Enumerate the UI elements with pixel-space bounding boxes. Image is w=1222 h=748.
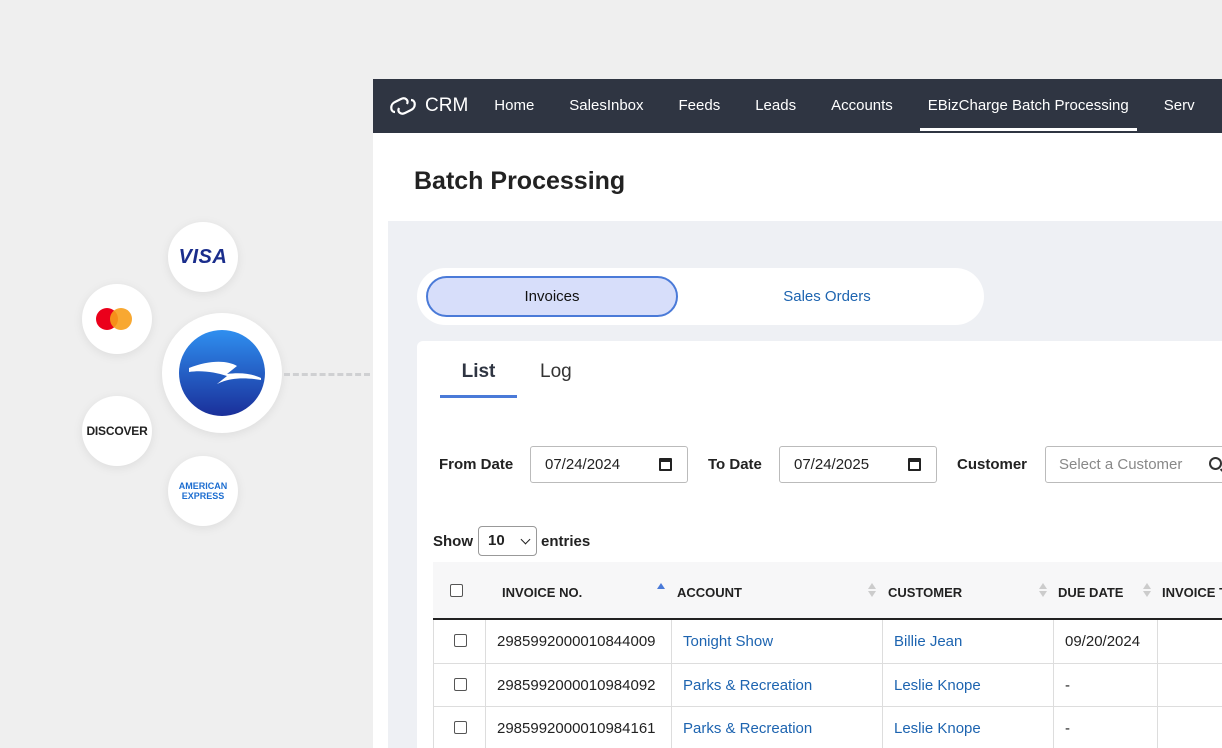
row-checkbox[interactable] [454,721,467,734]
account-link[interactable]: Parks & Recreation [671,663,882,707]
account-link[interactable]: Tonight Show [671,620,882,664]
col-invoice-no[interactable]: INVOICE NO. [502,585,582,600]
due-date: - [1053,707,1157,748]
crm-window: CRM Home SalesInbox Feeds Leads Accounts… [373,79,1222,748]
calendar-icon[interactable] [659,458,672,471]
invoice-number: 2985992000010984092 [485,663,671,707]
ebizcharge-logo [162,313,282,433]
mastercard-logo [82,284,152,354]
brand-name: CRM [425,95,469,116]
col-account[interactable]: ACCOUNT [677,585,742,600]
row-checkbox-cell [433,707,485,748]
discover-logo: DISCOVER [82,396,152,466]
table-row[interactable]: 2985992000010984161 Parks & Recreation L… [433,707,1222,748]
select-all-checkbox[interactable] [450,584,463,597]
col-due-date[interactable]: DUE DATE [1058,585,1123,600]
from-date-label: From Date [439,456,514,473]
crm-logo-icon [390,97,416,115]
customer-placeholder: Select a Customer [1059,456,1183,473]
entries-per-page-select[interactable]: 10 [478,526,537,556]
to-date-label: To Date [708,456,762,473]
invoice-total: $1 [1157,620,1222,664]
chevron-down-icon [520,534,531,545]
batch-card: List Log From Date 07/24/2024 To Date 07… [417,341,1222,748]
invoice-number: 2985992000010844009 [485,620,671,664]
connector-dashed-line [284,373,370,376]
account-link[interactable]: Parks & Recreation [671,707,882,748]
amex-line1: AMERICAN [178,481,228,491]
to-date-input[interactable]: 07/24/2025 [779,446,937,483]
crm-brand[interactable]: CRM [389,95,468,117]
row-checkbox-cell [433,663,485,707]
mastercard-orange-circle [110,308,132,330]
nav-ebizcharge-batch-processing[interactable]: EBizCharge Batch Processing [919,79,1137,133]
row-checkbox[interactable] [454,634,467,647]
customer-link[interactable]: Billie Jean [882,620,1053,664]
search-icon[interactable] [1209,457,1222,470]
nav-accounts[interactable]: Accounts [831,79,893,133]
calendar-icon[interactable] [908,458,921,471]
sort-icon[interactable] [868,583,876,597]
nav-salesinbox[interactable]: SalesInbox [569,79,643,133]
due-date: - [1053,663,1157,707]
customer-link[interactable]: Leslie Knope [882,663,1053,707]
from-date-value: 07/24/2024 [545,456,621,473]
nav-home[interactable]: Home [494,79,534,133]
invoices-toggle[interactable]: Invoices [426,276,678,317]
sort-icon[interactable] [1039,583,1047,597]
row-checkbox-cell [433,620,485,664]
customer-link[interactable]: Leslie Knope [882,707,1053,748]
amex-line2: EXPRESS [181,491,225,501]
table-row[interactable]: 2985992000010844009 Tonight Show Billie … [433,620,1222,664]
sales-orders-toggle[interactable]: Sales Orders [702,276,952,317]
show-label: Show [433,533,473,550]
row-checkbox[interactable] [454,677,467,691]
nav-feeds[interactable]: Feeds [679,79,721,133]
document-type-switch: Invoices Sales Orders [417,268,984,325]
page-title: Batch Processing [414,167,626,195]
nav-leads[interactable]: Leads [755,79,796,133]
to-date-value: 07/24/2025 [794,456,870,473]
entries-per-page-value: 10 [488,532,505,549]
col-customer[interactable]: CUSTOMER [888,585,962,600]
entries-label: entries [541,533,591,550]
from-date-input[interactable]: 07/24/2024 [530,446,688,483]
invoice-total: $1 [1157,707,1222,748]
sort-icon[interactable] [1143,583,1151,597]
amex-logo: AMERICAN EXPRESS [168,456,238,526]
table-header: INVOICE NO. ACCOUNT CUSTOMER DUE DATE IN… [433,562,1222,620]
table-row[interactable]: 2985992000010984092 Parks & Recreation L… [433,663,1222,707]
tab-list[interactable]: List [440,361,517,398]
invoice-number: 2985992000010984161 [485,707,671,748]
customer-label: Customer [957,456,1028,473]
invoices-table: INVOICE NO. ACCOUNT CUSTOMER DUE DATE IN… [433,562,1222,748]
ebizcharge-icon [179,330,265,416]
invoice-total: $2 [1157,663,1222,707]
col-invoice-total[interactable]: INVOICE T [1162,585,1222,600]
customer-select[interactable]: Select a Customer [1045,446,1222,483]
visa-text: VISA [178,245,228,268]
tab-log[interactable]: Log [540,361,572,383]
nav-services[interactable]: Serv [1164,79,1195,133]
discover-text: DISCOVER [86,424,148,438]
top-navigation: CRM Home SalesInbox Feeds Leads Accounts… [373,79,1222,133]
visa-logo: VISA [168,222,238,292]
due-date: 09/20/2024 [1053,620,1157,664]
sort-asc-icon[interactable] [657,583,665,597]
